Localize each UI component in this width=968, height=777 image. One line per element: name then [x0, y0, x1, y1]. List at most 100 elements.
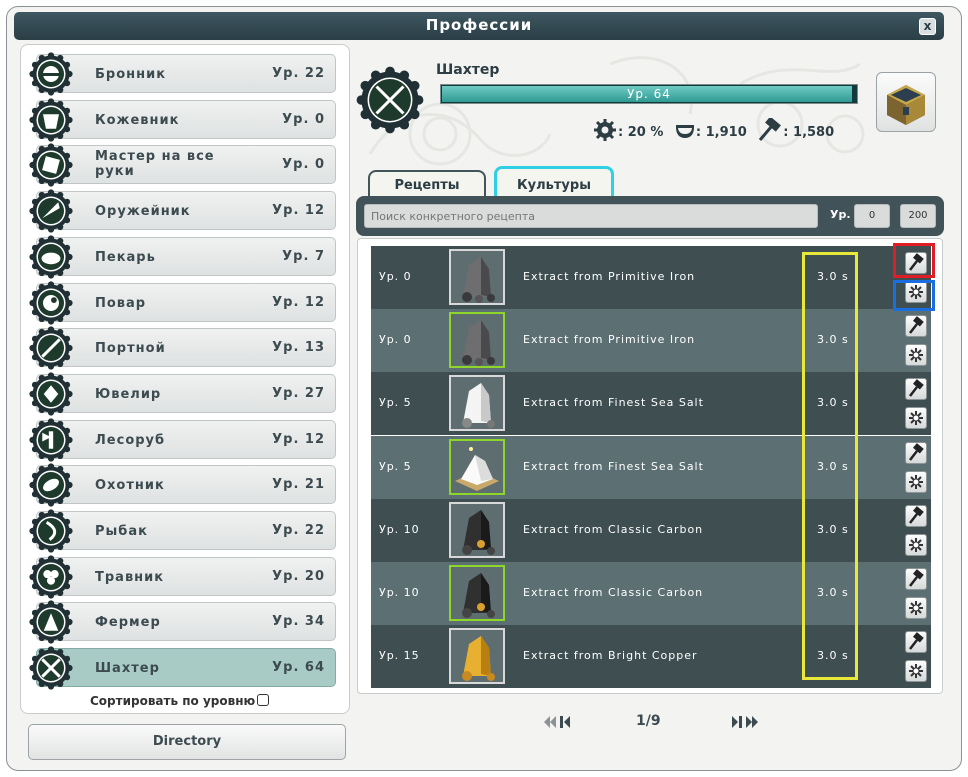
hammer-icon: [906, 442, 926, 467]
close-button[interactable]: x: [919, 18, 936, 35]
profession-item[interactable]: Фермер Ур. 34: [29, 600, 336, 644]
profession-level: Ур. 0: [282, 111, 325, 127]
profession-level: Ур. 13: [272, 340, 325, 356]
profession-name: Лесоруб: [95, 432, 166, 448]
window-title: Профессии: [425, 16, 533, 34]
recipe-name[interactable]: Extract from Finest Sea Salt: [523, 460, 704, 473]
ingredients-button[interactable]: [905, 597, 927, 619]
star-gear-icon: [906, 474, 926, 496]
profession-icon: [29, 372, 73, 416]
sort-by-level-checkbox[interactable]: [257, 694, 270, 706]
profession-name: Травник: [95, 569, 165, 585]
profession-icon: [29, 280, 73, 325]
first-prev-page-icon[interactable]: [542, 714, 576, 730]
recipe-level: Ур. 5: [379, 459, 412, 473]
profession-stats: : 20 % : 1,910 : 1,580: [592, 116, 840, 142]
craft-hammer-button[interactable]: [905, 441, 927, 467]
chest-button[interactable]: [876, 72, 936, 132]
profession-icon: [29, 600, 73, 644]
profession-item[interactable]: Мастер на все руки Ур. 0: [29, 143, 336, 187]
profession-icon: [29, 52, 73, 96]
craft-hammer-button[interactable]: [905, 631, 927, 654]
profession-name: Охотник: [95, 478, 165, 494]
craft-hammer-button[interactable]: [905, 568, 927, 590]
profession-item[interactable]: Портной Ур. 13: [29, 326, 336, 370]
sort-by-level-row[interactable]: Сортировать по уровню: [90, 694, 270, 708]
recipe-item-image[interactable]: [449, 565, 505, 621]
kama-stat-value: : 1,910: [695, 125, 747, 140]
profession-icon: [29, 143, 73, 187]
experience-bar: Ур. 64: [440, 84, 858, 104]
profession-level: Ур. 0: [282, 157, 325, 173]
craft-button-highlight: [893, 243, 935, 278]
profession-item[interactable]: Кожевник Ур. 0: [29, 98, 336, 142]
profession-icon: [29, 555, 73, 599]
bonus-gear-icon: [594, 119, 616, 141]
recipe-item-image[interactable]: [449, 249, 505, 305]
profession-icon: [29, 646, 73, 690]
ingredients-button[interactable]: [905, 660, 927, 685]
recipe-name[interactable]: Extract from Classic Carbon: [523, 586, 703, 599]
chest-icon: [887, 85, 925, 125]
recipe-level: Ур. 10: [379, 586, 420, 599]
sort-by-level-label: Сортировать по уровню: [90, 694, 256, 708]
recipe-name[interactable]: Extract from Classic Carbon: [523, 523, 703, 536]
recipe-item-image[interactable]: [449, 628, 505, 685]
selected-profession-title: Шахтер: [436, 62, 500, 78]
next-last-page-icon[interactable]: [730, 714, 764, 730]
ingredients-button[interactable]: [905, 344, 927, 367]
level-min-input[interactable]: 0: [854, 204, 890, 228]
recipe-name[interactable]: Extract from Primitive Iron: [523, 333, 695, 346]
profession-item[interactable]: Оружейник Ур. 12: [29, 189, 336, 233]
profession-item[interactable]: Бронник Ур. 22: [29, 52, 336, 96]
profession-item[interactable]: Травник Ур. 20: [29, 555, 336, 599]
profession-level: Ур. 22: [272, 523, 325, 538]
profession-item[interactable]: Пекарь Ур. 7: [29, 235, 336, 279]
recipe-name[interactable]: Extract from Primitive Iron: [523, 270, 695, 283]
profession-item[interactable]: Повар Ур. 12: [29, 280, 336, 325]
recipe-item-image[interactable]: [449, 375, 505, 432]
ingredients-button[interactable]: [905, 533, 927, 556]
bowl-icon: [675, 125, 694, 138]
recipe-name[interactable]: Extract from Finest Sea Salt: [523, 396, 704, 409]
recipe-item-image[interactable]: [449, 501, 505, 558]
tab-cultures[interactable]: Культуры: [494, 166, 614, 200]
profession-level: Ур. 12: [272, 203, 325, 219]
craft-hammer-button[interactable]: [905, 378, 927, 401]
miner-profession-icon: [356, 66, 424, 134]
recipe-item-image[interactable]: [449, 312, 505, 369]
bonus-stat-value: : 20 %: [618, 125, 664, 140]
profession-name: Рыбак: [95, 524, 148, 539]
craft-time-column-highlight: [802, 252, 858, 680]
recipe-search-input[interactable]: [364, 204, 818, 228]
profession-name: Ювелир: [95, 386, 162, 402]
hammer-icon: [906, 316, 926, 340]
experience-level-label: Ур. 64: [627, 87, 671, 101]
profession-item[interactable]: Лесоруб Ур. 12: [29, 417, 336, 462]
profession-level: Ур. 27: [272, 385, 325, 401]
profession-level: Ур. 21: [272, 477, 325, 493]
profession-icon: [29, 326, 73, 370]
recipe-name[interactable]: Extract from Bright Copper: [523, 649, 698, 662]
profession-item[interactable]: Охотник Ур. 21: [29, 463, 336, 507]
recipe-search-bar: Ур. 0 200: [356, 196, 944, 236]
pagination: 1/9: [540, 710, 770, 734]
recipe-item-image[interactable]: [449, 438, 505, 495]
ingredients-button[interactable]: [905, 407, 927, 430]
star-gear-icon: [906, 601, 926, 622]
directory-button[interactable]: Directory: [28, 724, 346, 760]
profession-item[interactable]: Рыбак Ур. 22: [29, 509, 336, 553]
bonus-stat: : 20 %: [592, 118, 663, 142]
profession-item[interactable]: Шахтер Ур. 64: [29, 646, 336, 690]
profession-item[interactable]: Ювелир Ур. 27: [29, 372, 336, 416]
profession-icon: [29, 463, 73, 507]
craft-hammer-button[interactable]: [905, 504, 927, 527]
recipe-level: Ур. 15: [379, 649, 420, 663]
profession-name: Портной: [95, 341, 166, 357]
level-max-input[interactable]: 200: [900, 204, 936, 228]
title-bar[interactable]: Профессии x: [14, 12, 944, 40]
ingredients-button[interactable]: [905, 470, 927, 496]
recipe-level: Ур. 10: [379, 522, 420, 536]
craft-hammer-button[interactable]: [905, 315, 927, 340]
star-gear-icon: [906, 664, 926, 685]
